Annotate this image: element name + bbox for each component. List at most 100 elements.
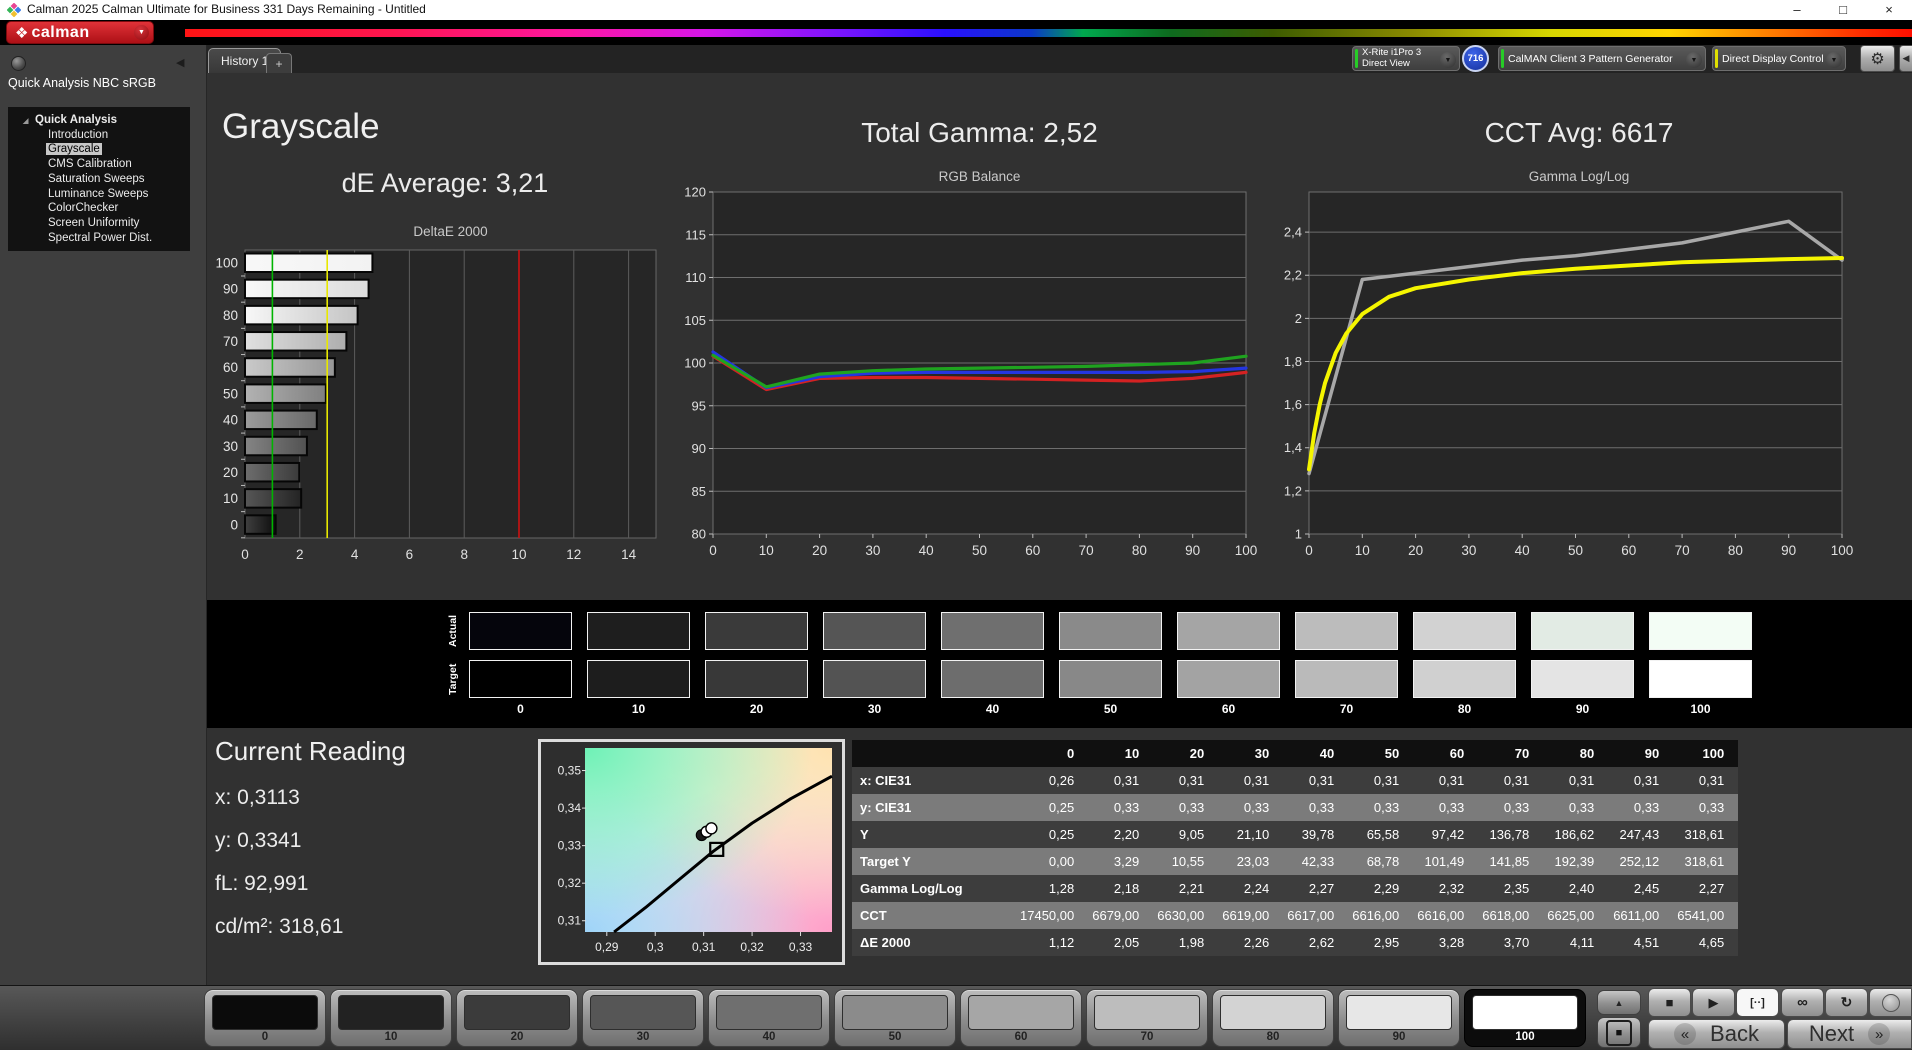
close-icon[interactable]: × xyxy=(1866,0,1912,20)
svg-text:50: 50 xyxy=(223,386,238,401)
table-column-header: 50 xyxy=(1348,740,1414,767)
pattern-window-button[interactable]: ■ xyxy=(1597,1017,1641,1048)
table-column-header: 30 xyxy=(1218,740,1284,767)
pattern-level-button-20[interactable]: 20 xyxy=(456,989,578,1047)
settings-gear-button[interactable]: ⚙ xyxy=(1860,45,1895,72)
table-cell: 21,10 xyxy=(1218,821,1284,848)
level-swatch xyxy=(1094,995,1200,1030)
table-cell: 4,65 xyxy=(1673,929,1739,956)
pattern-level-button-30[interactable]: 30 xyxy=(582,989,704,1047)
svg-text:100: 100 xyxy=(1831,543,1854,558)
svg-text:0,31: 0,31 xyxy=(692,940,716,954)
meter-position-button[interactable] xyxy=(1869,988,1912,1017)
svg-text:2: 2 xyxy=(296,547,304,561)
pattern-level-button-60[interactable]: 60 xyxy=(960,989,1082,1047)
tab-add-button[interactable]: + xyxy=(266,53,292,74)
meter-selector[interactable]: X-Rite i1Pro 3 Direct View ▼ xyxy=(1352,46,1460,71)
band-target-swatch-30 xyxy=(823,660,926,698)
bottom-bar: 0 10 20 30 40 50 60 70 80 90 100 ▲ ■ ■ ▶ [··] ∞ ↻ … xyxy=(0,985,1912,1050)
infinity-icon: ∞ xyxy=(1797,994,1808,1011)
pattern-level-button-90[interactable]: 90 xyxy=(1338,989,1460,1047)
current-reading-y: y: 0,3341 xyxy=(215,829,302,852)
level-swatch xyxy=(716,995,822,1030)
sidebar-item-spectral-power-dist-[interactable]: Spectral Power Dist. xyxy=(8,231,190,246)
pattern-level-button-10[interactable]: 10 xyxy=(330,989,452,1047)
table-column-header: 20 xyxy=(1153,740,1219,767)
svg-text:20: 20 xyxy=(223,465,238,480)
charts-section: Grayscale dE Average: 3,21 DeltaE 2000 0… xyxy=(207,73,1912,600)
svg-text:4: 4 xyxy=(351,547,359,561)
band-level-label: 90 xyxy=(1575,702,1590,716)
table-cell: 0,25 xyxy=(1020,821,1089,848)
level-swatch xyxy=(338,995,444,1030)
band-level-label: 20 xyxy=(749,702,764,716)
table-cell: 2,18 xyxy=(1088,875,1154,902)
band-target-swatch-20 xyxy=(705,660,808,698)
table-column-header xyxy=(852,740,1020,767)
calman-menu-chevron-icon[interactable]: ▼ xyxy=(134,25,149,40)
pattern-level-button-40[interactable]: 40 xyxy=(708,989,830,1047)
sidebar-item-colorchecker[interactable]: ColorChecker xyxy=(8,201,190,216)
pattern-level-button-100[interactable]: 100 xyxy=(1464,989,1586,1047)
sidebar-collapse-icon[interactable]: ◀ xyxy=(176,56,184,69)
continuous-measure-button[interactable]: ∞ xyxy=(1781,988,1824,1017)
back-button[interactable]: « Back xyxy=(1648,1019,1785,1049)
table-column-header: 100 xyxy=(1673,740,1739,767)
table-cell: 0,33 xyxy=(1608,794,1674,821)
sidebar-item-cms-calibration[interactable]: CMS Calibration xyxy=(8,157,190,172)
sidebar-item-grayscale[interactable]: Grayscale xyxy=(8,142,190,157)
pattern-level-button-80[interactable]: 80 xyxy=(1212,989,1334,1047)
svg-text:14: 14 xyxy=(621,547,637,561)
sidebar-item-saturation-sweeps[interactable]: Saturation Sweeps xyxy=(8,172,190,187)
display-control-selector[interactable]: Direct Display Control ▼ xyxy=(1712,46,1846,71)
gear-icon: ⚙ xyxy=(1870,50,1885,68)
band-target-swatch-60 xyxy=(1177,660,1280,698)
band-target-swatch-70 xyxy=(1295,660,1398,698)
next-button[interactable]: Next » xyxy=(1787,1019,1912,1049)
display-control-status-bar xyxy=(1715,49,1718,68)
minimize-icon[interactable]: – xyxy=(1774,0,1820,20)
current-reading-cdm2: cd/m²: 318,61 xyxy=(215,915,344,938)
table-cell: 192,39 xyxy=(1543,848,1609,875)
svg-text:90: 90 xyxy=(692,441,706,456)
pattern-level-button-70[interactable]: 70 xyxy=(1086,989,1208,1047)
table-cell: 2,21 xyxy=(1153,875,1219,902)
chevron-down-icon[interactable]: ▼ xyxy=(1440,52,1456,68)
table-cell: 0,25 xyxy=(1020,794,1089,821)
meter-selector-label: X-Rite i1Pro 3 Direct View xyxy=(1362,47,1422,69)
play-icon: ▶ xyxy=(1708,994,1719,1010)
toolbar-collapse-button[interactable]: ◀ xyxy=(1899,45,1912,72)
calman-menu-button[interactable]: ❖ calman ▼ xyxy=(6,21,154,44)
play-button[interactable]: ▶ xyxy=(1692,988,1735,1017)
sidebar-item-screen-uniformity[interactable]: Screen Uniformity xyxy=(8,216,190,231)
workflow-title: Quick Analysis NBC sRGB xyxy=(8,76,156,90)
band-actual-label: Actual xyxy=(447,614,459,648)
pattern-generator-status-bar xyxy=(1501,49,1504,68)
sidebar: ◀ Quick Analysis NBC sRGB ◢ Quick Analysi… xyxy=(0,45,207,985)
pattern-up-button[interactable]: ▲ xyxy=(1597,990,1641,1015)
tree-root-quick-analysis[interactable]: ◢ Quick Analysis xyxy=(8,113,190,128)
table-row: y: CIE31 0,25 0,33 0,33 0,33 0,33 0,33 0,33 0,33… xyxy=(852,794,1739,821)
table-cell: 0,33 xyxy=(1218,794,1284,821)
refresh-button[interactable]: ↻ xyxy=(1825,988,1868,1017)
chevron-down-icon[interactable]: ▼ xyxy=(1686,52,1702,68)
workflow-status-icon[interactable] xyxy=(11,56,26,71)
refresh-icon: ↻ xyxy=(1840,994,1853,1010)
svg-text:80: 80 xyxy=(692,527,706,542)
sidebar-item-luminance-sweeps[interactable]: Luminance Sweeps xyxy=(8,187,190,202)
table-header-row: 0 10 20 30 40 50 60 70 80 90 100 xyxy=(852,740,1739,767)
svg-text:0,29: 0,29 xyxy=(595,940,619,954)
chevron-down-icon[interactable]: ▼ xyxy=(1826,52,1842,68)
page-title: Grayscale xyxy=(222,107,380,146)
pattern-level-button-0[interactable]: 0 xyxy=(204,989,326,1047)
read-once-button[interactable]: [··] xyxy=(1736,988,1779,1017)
table-column-header: 10 xyxy=(1088,740,1154,767)
table-cell: 0,33 xyxy=(1673,794,1739,821)
restore-icon[interactable]: □ xyxy=(1820,0,1866,20)
sidebar-item-introduction[interactable]: Introduction xyxy=(8,128,190,143)
tree-expanded-icon[interactable]: ◢ xyxy=(23,115,28,130)
window-title: Calman 2025 Calman Ultimate for Business… xyxy=(27,2,426,16)
stop-button[interactable]: ■ xyxy=(1648,988,1691,1017)
pattern-level-button-50[interactable]: 50 xyxy=(834,989,956,1047)
pattern-generator-selector[interactable]: CalMAN Client 3 Pattern Generator ▼ xyxy=(1498,46,1706,71)
